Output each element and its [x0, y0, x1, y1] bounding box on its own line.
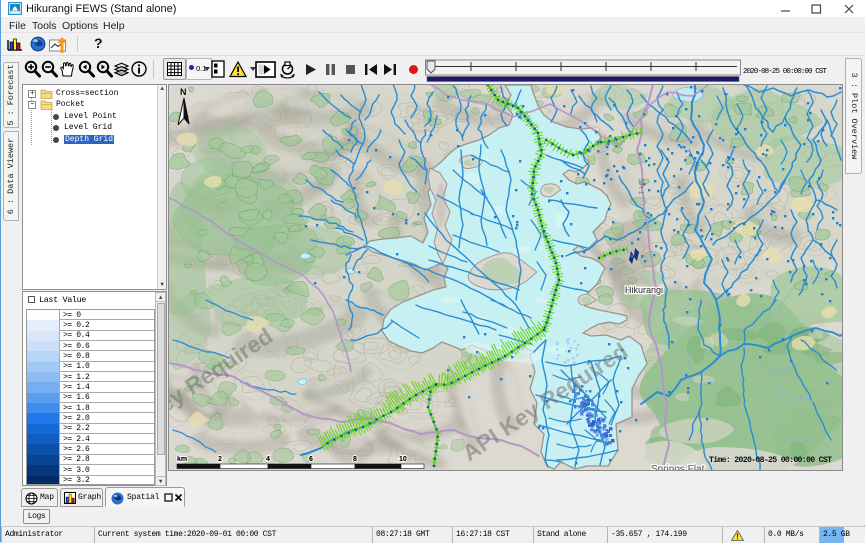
svg-text:2020-08-25 00:00:00 CST: 2020-08-25 00:00:00 CST: [743, 68, 827, 76]
svg-text:km: km: [177, 456, 187, 463]
svg-text:N: N: [180, 87, 187, 97]
svg-text:6: 6: [309, 456, 313, 463]
svg-text:4: 4: [266, 456, 270, 463]
svg-text:Time: 2020-08-25 00:00:00 CST: Time: 2020-08-25 00:00:00 CST: [709, 455, 832, 465]
svg-text:8: 8: [353, 456, 357, 463]
svg-text:Hikurangi: Hikurangi: [625, 285, 663, 295]
svg-text:2: 2: [218, 456, 222, 463]
svg-text:10: 10: [399, 456, 407, 463]
svg-text:SH 1: SH 1: [637, 178, 646, 195]
svg-text:Springs Flat: Springs Flat: [651, 464, 705, 470]
